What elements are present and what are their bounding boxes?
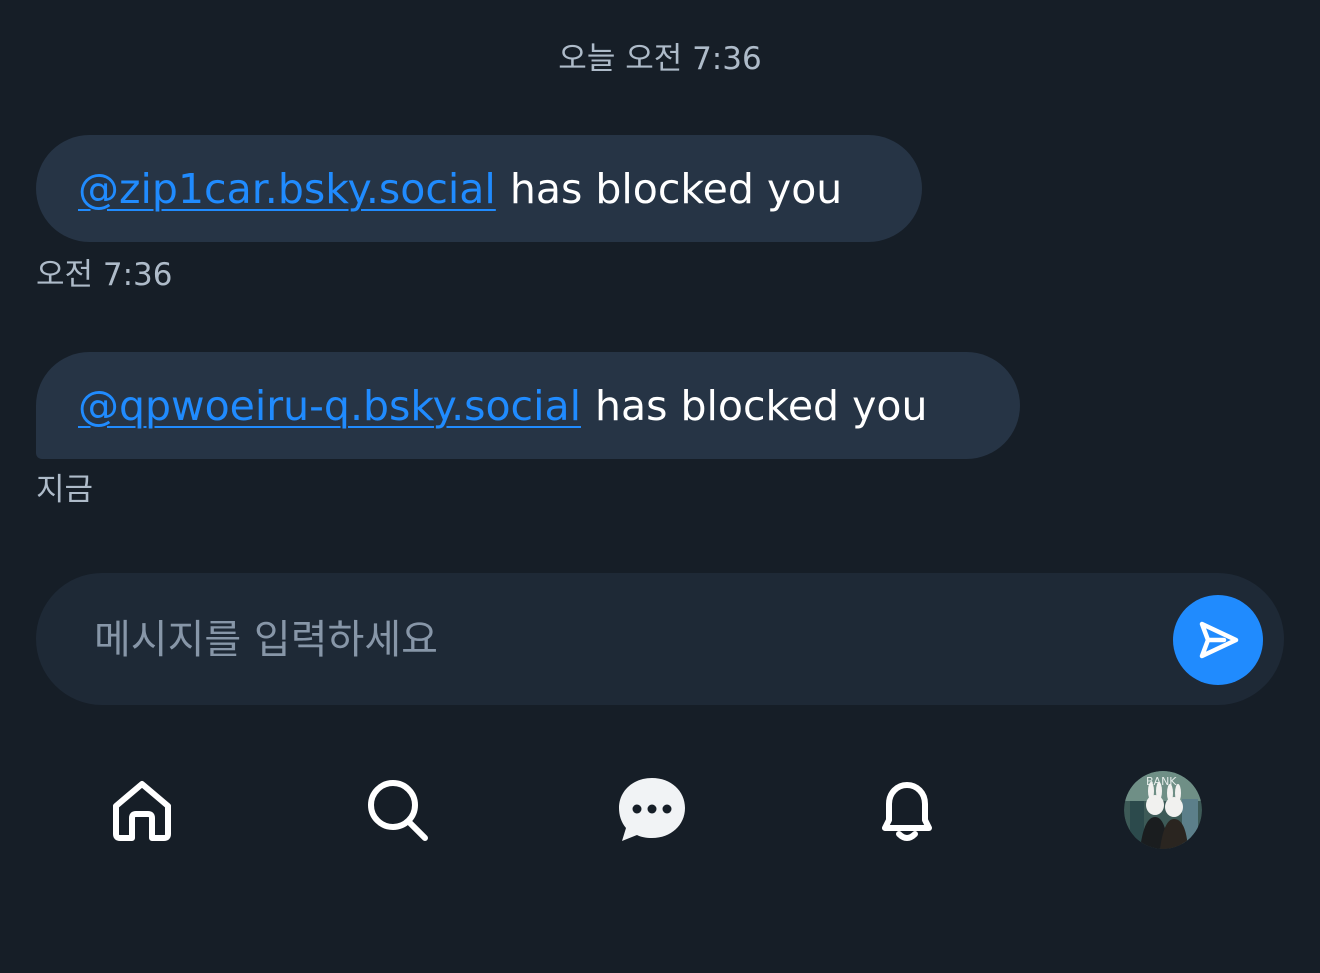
nav-search[interactable] [347, 760, 447, 860]
send-button[interactable] [1173, 595, 1263, 685]
message-bubble: @qpwoeiru-q.bsky.social has blocked you [36, 352, 1020, 459]
message-bubble: @zip1car.bsky.social has blocked you [36, 135, 922, 242]
message-timestamp: 지금 [36, 472, 94, 508]
user-handle-link[interactable]: @qpwoeiru-q.bsky.social [78, 382, 581, 430]
bottom-nav: BANK [0, 760, 1320, 860]
date-divider: 오늘 오전 7:36 [558, 41, 762, 77]
send-icon [1199, 621, 1239, 659]
bell-icon [882, 782, 932, 841]
chat-bubble-icon [619, 778, 685, 841]
nav-profile[interactable]: BANK [1113, 760, 1213, 860]
nav-messages[interactable] [602, 760, 702, 860]
search-icon [368, 780, 428, 841]
message-input[interactable] [92, 603, 1156, 677]
home-icon [113, 781, 171, 841]
message-text: has blocked you [509, 164, 843, 213]
message-timestamp: 오전 7:36 [36, 257, 173, 293]
nav-notifications[interactable] [857, 760, 957, 860]
avatar: BANK [1124, 771, 1202, 849]
chat-screen: 오늘 오전 7:36 @zip1car.bsky.social has bloc… [0, 0, 1320, 973]
nav-home[interactable] [92, 760, 192, 860]
message-text: has blocked you [595, 381, 928, 430]
user-handle-link[interactable]: @zip1car.bsky.social [78, 165, 496, 213]
message-composer [36, 573, 1284, 705]
